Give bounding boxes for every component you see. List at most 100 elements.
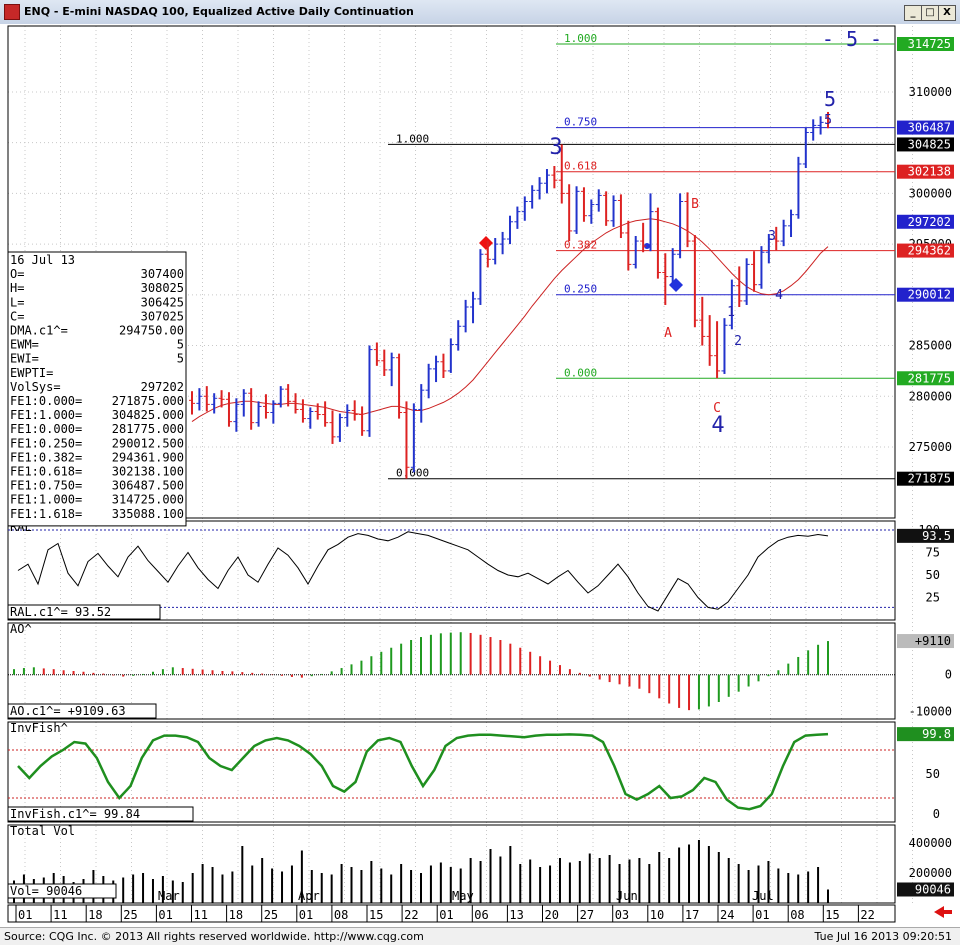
data-box-date: 16 Jul 13: [10, 253, 75, 267]
data-box-label: FE1:0.250=: [10, 436, 82, 450]
data-box-value: 281775.000: [112, 422, 184, 436]
chart-area[interactable]: 1.0000.7500.6180.3820.2500.0001.0000.000…: [0, 24, 960, 927]
wave-label: 3: [768, 229, 776, 244]
data-box-label: VolSys=: [10, 380, 61, 394]
data-box-label: FE1:0.750=: [10, 479, 82, 493]
x-month-label: Apr: [298, 889, 320, 903]
fib-label: 0.750: [564, 116, 597, 129]
x-tick-label: 18: [88, 908, 102, 922]
data-box-value: 314725.000: [112, 493, 184, 507]
data-box-value: 271875.000: [112, 394, 184, 408]
data-box-value: 294361.900: [112, 450, 184, 464]
data-box-value: 307025: [141, 309, 184, 323]
data-box-label: FE1:1.000=: [10, 408, 82, 422]
data-box-label: EWI=: [10, 352, 39, 366]
wave-label: C: [713, 401, 721, 416]
y-tick-label: 280000: [909, 389, 952, 403]
wave-label: 5: [824, 87, 836, 111]
x-tick-label: 11: [194, 908, 208, 922]
x-tick-label: 25: [264, 908, 278, 922]
x-tick-label: 01: [158, 908, 172, 922]
data-box-value: 290012.500: [112, 436, 184, 450]
price-tag-label: 302138: [908, 165, 951, 179]
data-box-value: 307400: [141, 267, 184, 281]
data-box-label: O=: [10, 267, 24, 281]
maximize-button[interactable]: □: [921, 5, 939, 21]
x-tick-label: 18: [229, 908, 243, 922]
data-box-label: FE1:0.000=: [10, 422, 82, 436]
wave-label: 5: [824, 113, 832, 128]
x-tick-label: 03: [615, 908, 629, 922]
close-button[interactable]: X: [938, 5, 956, 21]
x-tick-label: 22: [860, 908, 874, 922]
fib-label: 0.250: [564, 283, 597, 296]
x-tick-label: 01: [439, 908, 453, 922]
data-box-label: DMA.c1^=: [10, 324, 68, 338]
wave-label: B: [691, 197, 699, 212]
wave-label: - 5 -: [822, 27, 882, 51]
y-tick-label: 400000: [909, 836, 952, 850]
indicator-tag-label: 93.5: [922, 529, 951, 543]
y-tick-label: 50: [926, 568, 940, 582]
window-title: ENQ - E-mini NASDAQ 100, Equalized Activ…: [24, 5, 414, 18]
indicator-tag-label: 90046: [915, 882, 951, 896]
fib-label: 1.000: [396, 132, 429, 145]
fib-label: 1.000: [564, 32, 597, 45]
data-box-label: EWM=: [10, 338, 39, 352]
data-box-value: 297202: [141, 380, 184, 394]
panel-readout: RAL.c1^= 93.52: [10, 605, 111, 619]
x-tick-label: 13: [509, 908, 523, 922]
data-box-value: 308025: [141, 281, 184, 295]
x-month-label: Jun: [616, 889, 638, 903]
price-tag-label: 314725: [908, 37, 951, 51]
data-box-label: FE1:0.618=: [10, 465, 82, 479]
wave-label: A: [664, 326, 672, 341]
data-box-label: EWPTI=: [10, 366, 53, 380]
title-bar: ENQ - E-mini NASDAQ 100, Equalized Activ…: [0, 0, 960, 25]
x-tick-label: 20: [545, 908, 559, 922]
fib-label: 0.000: [396, 467, 429, 480]
x-tick-label: 01: [299, 908, 313, 922]
x-tick-label: 27: [580, 908, 594, 922]
panel-readout: AO.c1^= +9109.63: [10, 704, 126, 718]
status-bar: Source: CQG Inc. © 2013 All rights reser…: [0, 927, 960, 945]
data-box-value: 306487.500: [112, 479, 184, 493]
data-box-value: 5: [177, 338, 184, 352]
y-tick-label: 75: [926, 546, 940, 560]
panel-title: Total Vol: [10, 824, 75, 838]
data-box-label: FE1:1.618=: [10, 507, 82, 521]
wave-label: 3: [549, 135, 562, 160]
price-tag-label: 281775: [908, 371, 951, 385]
price-tag-label: 294362: [908, 244, 951, 258]
price-tag-label: 290012: [908, 288, 951, 302]
data-box-value: 294750.00: [119, 324, 184, 338]
y-tick-label: 285000: [909, 339, 952, 353]
x-tick-label: 11: [53, 908, 67, 922]
price-tag-label: 271875: [908, 472, 951, 486]
data-box-label: FE1:0.000=: [10, 394, 82, 408]
fib-label: 0.000: [564, 366, 597, 379]
y-tick-label: 200000: [909, 866, 952, 880]
x-tick-label: 15: [369, 908, 383, 922]
data-box-label: FE1:1.000=: [10, 493, 82, 507]
data-box-value: 306425: [141, 295, 184, 309]
y-tick-label: 25: [926, 591, 940, 605]
data-box-value: 304825.000: [112, 408, 184, 422]
y-tick-label: 0: [945, 668, 952, 682]
price-tag-label: 297202: [908, 215, 951, 229]
x-month-label: Jul: [752, 889, 774, 903]
x-tick-label: 15: [825, 908, 839, 922]
x-tick-label: 22: [404, 908, 418, 922]
x-month-label: Mar: [158, 889, 180, 903]
y-tick-label: 50: [926, 767, 940, 781]
data-box-value: 302138.100: [112, 465, 184, 479]
x-tick-label: 06: [474, 908, 488, 922]
timestamp: Tue Jul 16 2013 09:20:51: [814, 930, 952, 943]
minimize-button[interactable]: _: [904, 5, 922, 21]
indicator-tag-label: 99.8: [922, 727, 951, 741]
x-tick-label: 10: [650, 908, 664, 922]
data-box-value: 5: [177, 352, 184, 366]
price-tag-label: 306487: [908, 121, 951, 135]
wave-label: 4: [711, 413, 724, 438]
x-tick-label: 17: [685, 908, 699, 922]
